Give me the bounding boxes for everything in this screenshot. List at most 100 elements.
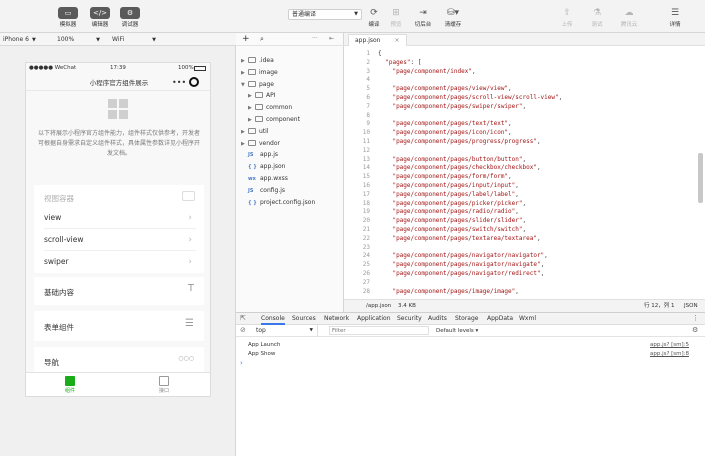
chevron-right-icon[interactable]: ▶	[241, 56, 248, 67]
console-prompt[interactable]: ›	[240, 359, 243, 368]
clock: 17:39	[110, 65, 126, 71]
collapse-icon[interactable]: ⇤	[329, 35, 334, 42]
devtools-panel: ⇱ Console Sources Network Application Se…	[236, 312, 705, 456]
navigation-card[interactable]: 导航 ○○○	[34, 347, 204, 372]
close-icon[interactable]: ×	[394, 37, 399, 44]
clear-console-icon[interactable]: ⊘	[240, 326, 246, 334]
file-tree-panel: + ⌕ ··· ⇤ ▶ .idea ▶ image ▼ page ▶ API ▶ common ▶ c…	[236, 33, 344, 312]
cloud-button[interactable]: ☁ 腾讯云	[616, 8, 642, 28]
json-file-icon: { }	[248, 199, 257, 206]
tab-appdata[interactable]: AppData	[487, 313, 513, 325]
tab-wxml[interactable]: Wxml	[519, 313, 536, 325]
list-item[interactable]: swiper ›	[44, 251, 196, 273]
js-file-icon: JS	[248, 152, 254, 159]
test-button[interactable]: ⚗ 测试	[584, 8, 610, 28]
code-line: "page/component/pages/picker/picker",	[392, 199, 527, 207]
tab-application[interactable]: Application	[357, 313, 391, 325]
folder-item[interactable]: ▶ vendor	[241, 138, 280, 149]
folder-icon	[248, 57, 256, 63]
zoom-select[interactable]: 100% ▼	[57, 35, 100, 45]
tab-app-json[interactable]: app.json ×	[348, 34, 407, 46]
debugger-button[interactable]: ⚙ 调试器	[114, 7, 146, 28]
chevron-right-icon[interactable]: ▶	[241, 139, 248, 150]
chevron-right-icon[interactable]: ▶	[241, 68, 248, 79]
file-name: app.wxss	[260, 175, 288, 182]
console-log: App Show	[248, 351, 276, 357]
log-levels-select[interactable]: Default levels ▾	[436, 326, 478, 336]
file-item[interactable]: JS app.js	[241, 149, 278, 160]
phone-content: 以下将展示小程序官方组件能力，组件样式仅供参考，开发者可根据自身需求自定义组件样…	[26, 91, 210, 372]
ellipsis-icon: ○○○	[178, 355, 194, 362]
list-item[interactable]: view ›	[44, 207, 196, 229]
file-item[interactable]: wx app.wxss	[241, 173, 288, 184]
phone-status-bar: ●●●●● WeChat 17:39 100%	[26, 63, 210, 74]
tab-component[interactable]: 组件	[50, 376, 90, 394]
more-icon[interactable]: •••	[172, 78, 186, 87]
upload-button[interactable]: ⇧ 上传	[554, 8, 580, 28]
code-area[interactable]: { "pages": [ "page/component/index", "pa…	[344, 48, 694, 297]
battery-level: 100%	[178, 65, 194, 71]
console-log: App Launch	[248, 342, 281, 348]
inspect-icon[interactable]: ⇱	[240, 314, 246, 322]
clear-cache-button[interactable]: ⛁▾ 清缓存	[440, 8, 466, 28]
tab-security[interactable]: Security	[397, 313, 422, 325]
tab-audits[interactable]: Audits	[428, 313, 447, 325]
editor-scrollbar[interactable]	[698, 153, 703, 203]
console-filter-input[interactable]	[329, 326, 429, 335]
section-title[interactable]: 视图容器	[44, 193, 74, 204]
more-vertical-icon[interactable]: ⋮	[692, 314, 699, 322]
folder-item[interactable]: ▶ component	[248, 114, 300, 125]
file-item[interactable]: { } app.json	[241, 161, 285, 172]
tab-storage[interactable]: Storage	[455, 313, 478, 325]
chevron-right-icon[interactable]: ▶	[248, 115, 255, 126]
tab-api[interactable]: 接口	[144, 376, 184, 394]
folder-item[interactable]: ▶ API	[248, 90, 276, 101]
compile-mode-select[interactable]: 普通编译 ▼	[288, 9, 362, 20]
devtools-tabs: ⇱ Console Sources Network Application Se…	[236, 313, 705, 325]
gear-icon[interactable]: ⚙	[692, 326, 698, 334]
tab-console[interactable]: Console	[261, 313, 285, 325]
list-icon: ☰	[185, 318, 194, 329]
close-capsule-icon[interactable]	[189, 77, 199, 87]
folder-item[interactable]: ▶ util	[241, 126, 269, 137]
chevron-down-icon[interactable]: ▼	[241, 80, 248, 91]
chevron-right-icon[interactable]: ▶	[248, 103, 255, 114]
add-file-icon[interactable]: +	[242, 34, 250, 44]
form-components-card[interactable]: 表单组件 ☰	[34, 311, 204, 341]
folder-item[interactable]: ▼ page	[241, 79, 274, 90]
code-line: "page/component/pages/navigator/navigate…	[392, 261, 545, 269]
preview-button[interactable]: ⊞ 预览	[383, 8, 409, 28]
folder-item[interactable]: ▶ common	[248, 102, 292, 113]
code-line: "page/component/pages/swiper/swiper",	[392, 102, 527, 110]
code-line: {	[378, 50, 382, 57]
basic-content-card[interactable]: 基础内容 T	[34, 277, 204, 305]
simulator-button[interactable]: ▭ 模拟器	[52, 7, 84, 28]
file-item[interactable]: JS config.js	[241, 185, 285, 196]
file-name: app.js	[260, 151, 278, 159]
code-line: "page/component/pages/radio/radio",	[392, 208, 519, 216]
code-line: "page/component/pages/slider/slider",	[392, 217, 527, 225]
component-logo-icon	[108, 99, 128, 119]
tab-sources[interactable]: Sources	[292, 313, 316, 325]
editor-button[interactable]: </> 编辑器	[84, 7, 116, 28]
search-icon[interactable]: ⌕	[260, 35, 264, 44]
background-button[interactable]: ⇥ 切后台	[410, 8, 436, 28]
chevron-right-icon[interactable]: ▶	[241, 127, 248, 138]
log-source-link[interactable]: app.js? [sm]:8	[650, 350, 689, 359]
file-item[interactable]: { } project.config.json	[241, 197, 315, 208]
context-select[interactable]: top ▼	[256, 325, 318, 336]
device-select[interactable]: iPhone 6 ▼	[3, 35, 36, 45]
chevron-right-icon[interactable]: ▶	[248, 91, 255, 102]
log-source-link[interactable]: app.js? [sm]:5	[650, 341, 689, 350]
network-select[interactable]: WiFi ▼	[112, 35, 156, 45]
tab-network[interactable]: Network	[324, 313, 349, 325]
folder-item[interactable]: ▶ image	[241, 67, 278, 78]
main-toolbar: ▭ 模拟器 </> 编辑器 ⚙ 调试器 普通编译 ▼ ⟳ 编译 ⊞ 预览 ⇥ 切…	[0, 0, 705, 33]
folder-item[interactable]: ▶ .idea	[241, 55, 274, 66]
simulator-icon: ▭	[58, 7, 78, 19]
code-line: "page/component/pages/view/view",	[392, 85, 512, 93]
more-icon[interactable]: ···	[312, 35, 318, 42]
details-button[interactable]: ☰ 详情	[662, 8, 688, 28]
chevron-down-icon: ▼	[309, 328, 313, 333]
list-item[interactable]: scroll-view ›	[44, 229, 196, 251]
